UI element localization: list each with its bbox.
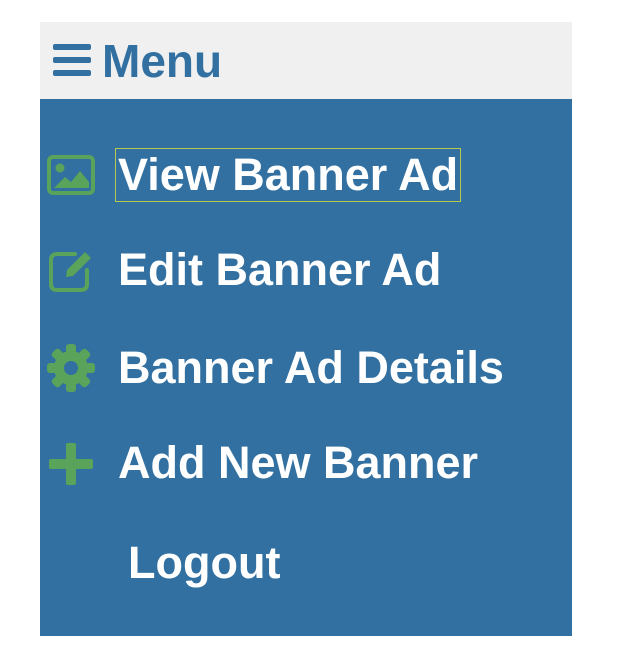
menu-body: View Banner Ad Edit Banner Ad Banner Ad … bbox=[40, 99, 572, 636]
menu-header[interactable]: Menu bbox=[40, 22, 572, 99]
menu-item-banner-ad-details[interactable]: Banner Ad Details bbox=[40, 338, 572, 398]
menu-item-label: Add New Banner bbox=[118, 437, 479, 488]
image-icon bbox=[45, 149, 97, 201]
menu-item-label: Edit Banner Ad bbox=[118, 244, 442, 295]
menu-item-add-new-banner[interactable]: Add New Banner bbox=[40, 433, 572, 493]
menu-panel: Menu View Banner Ad Edit Banner Ad Banne… bbox=[40, 22, 572, 636]
menu-item-label: Banner Ad Details bbox=[118, 342, 504, 393]
gear-icon bbox=[45, 342, 97, 394]
plus-icon bbox=[45, 437, 97, 489]
menu-item-label: View Banner Ad bbox=[114, 148, 462, 202]
menu-item-view-banner-ad[interactable]: View Banner Ad bbox=[40, 145, 572, 205]
menu-item-edit-banner-ad[interactable]: Edit Banner Ad bbox=[40, 240, 572, 300]
menu-title: Menu bbox=[102, 35, 223, 87]
menu-item-label: Logout bbox=[128, 537, 281, 588]
edit-icon bbox=[45, 244, 97, 296]
menu-item-logout[interactable]: Logout bbox=[40, 533, 572, 593]
hamburger-icon[interactable] bbox=[53, 44, 91, 76]
